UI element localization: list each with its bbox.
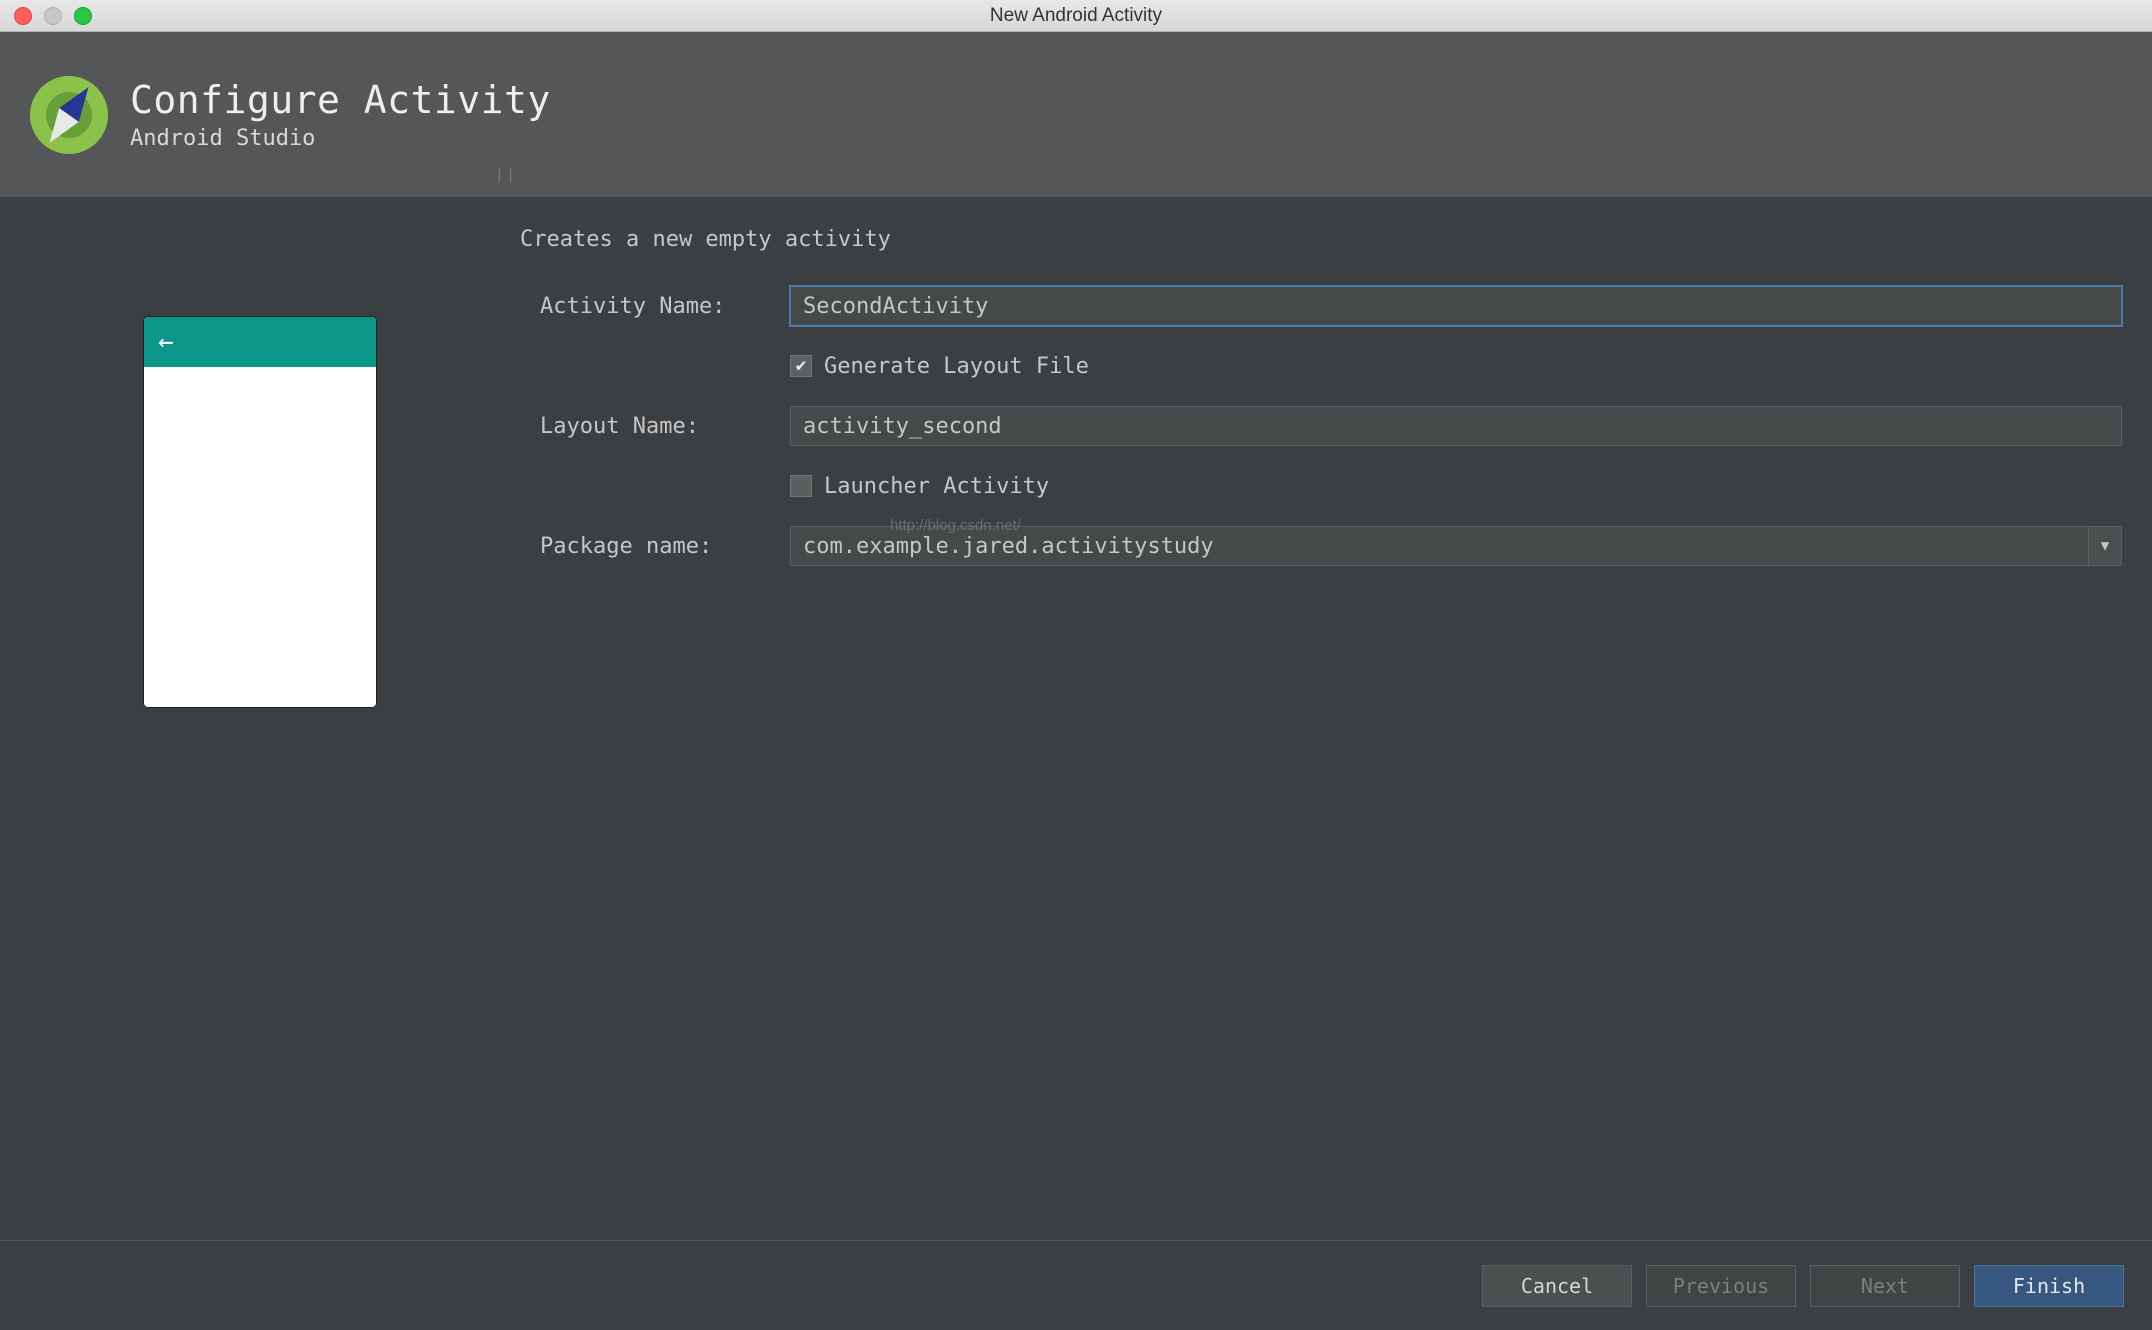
wizard-footer: Cancel Previous Next Finish: [0, 1240, 2152, 1330]
activity-name-input[interactable]: [790, 286, 2122, 326]
checkbox-unchecked-icon: ✔: [790, 475, 812, 497]
row-activity-name: Activity Name:: [520, 284, 2122, 328]
window-zoom-button[interactable]: [74, 7, 92, 25]
row-layout-name: Layout Name:: [520, 404, 2122, 448]
preview-column: ←: [0, 227, 520, 1240]
android-studio-logo-icon: [30, 76, 108, 154]
launcher-activity-label: Launcher Activity: [824, 474, 1049, 499]
mac-traffic-lights: [0, 7, 92, 25]
next-button[interactable]: Next: [1810, 1265, 1960, 1307]
dropdown-button[interactable]: ▼: [2088, 526, 2122, 566]
row-package-name: Package name: ▼: [520, 524, 2122, 568]
cancel-button[interactable]: Cancel: [1482, 1265, 1632, 1307]
row-launcher: ✔ Launcher Activity: [520, 464, 2122, 508]
titlebar: New Android Activity: [0, 0, 2152, 32]
window-minimize-button[interactable]: [44, 7, 62, 25]
launcher-activity-checkbox[interactable]: ✔ Launcher Activity: [790, 474, 2122, 499]
watermark-text: http://blog.csdn.net/: [890, 517, 1021, 534]
wizard-content: ← Creates a new empty activity Activity …: [0, 197, 2152, 1240]
form-column: Creates a new empty activity Activity Na…: [520, 227, 2152, 1240]
label-activity-name: Activity Name:: [520, 294, 790, 319]
window-close-button[interactable]: [14, 7, 32, 25]
form-description: Creates a new empty activity: [520, 227, 2122, 252]
row-generate-layout: ✔ Generate Layout File: [520, 344, 2122, 388]
finish-button[interactable]: Finish: [1974, 1265, 2124, 1307]
chevron-down-icon: ▼: [2101, 538, 2109, 554]
window-title: New Android Activity: [0, 5, 2152, 27]
label-layout-name: Layout Name:: [520, 414, 790, 439]
generate-layout-checkbox[interactable]: ✔ Generate Layout File: [790, 354, 2122, 379]
label-package-name: Package name:: [520, 534, 790, 559]
previous-button[interactable]: Previous: [1646, 1265, 1796, 1307]
phone-appbar: ←: [144, 317, 376, 367]
wizard-header: Configure Activity Android Studio ||: [0, 32, 2152, 197]
generate-layout-label: Generate Layout File: [824, 354, 1089, 379]
phone-preview: ←: [144, 317, 376, 707]
back-arrow-icon: ←: [158, 327, 174, 357]
page-subtitle: Android Studio: [130, 126, 551, 151]
drag-handle-icon: ||: [495, 167, 518, 183]
page-title: Configure Activity: [130, 78, 551, 122]
checkbox-checked-icon: ✔: [790, 355, 812, 377]
layout-name-input[interactable]: [790, 406, 2122, 446]
